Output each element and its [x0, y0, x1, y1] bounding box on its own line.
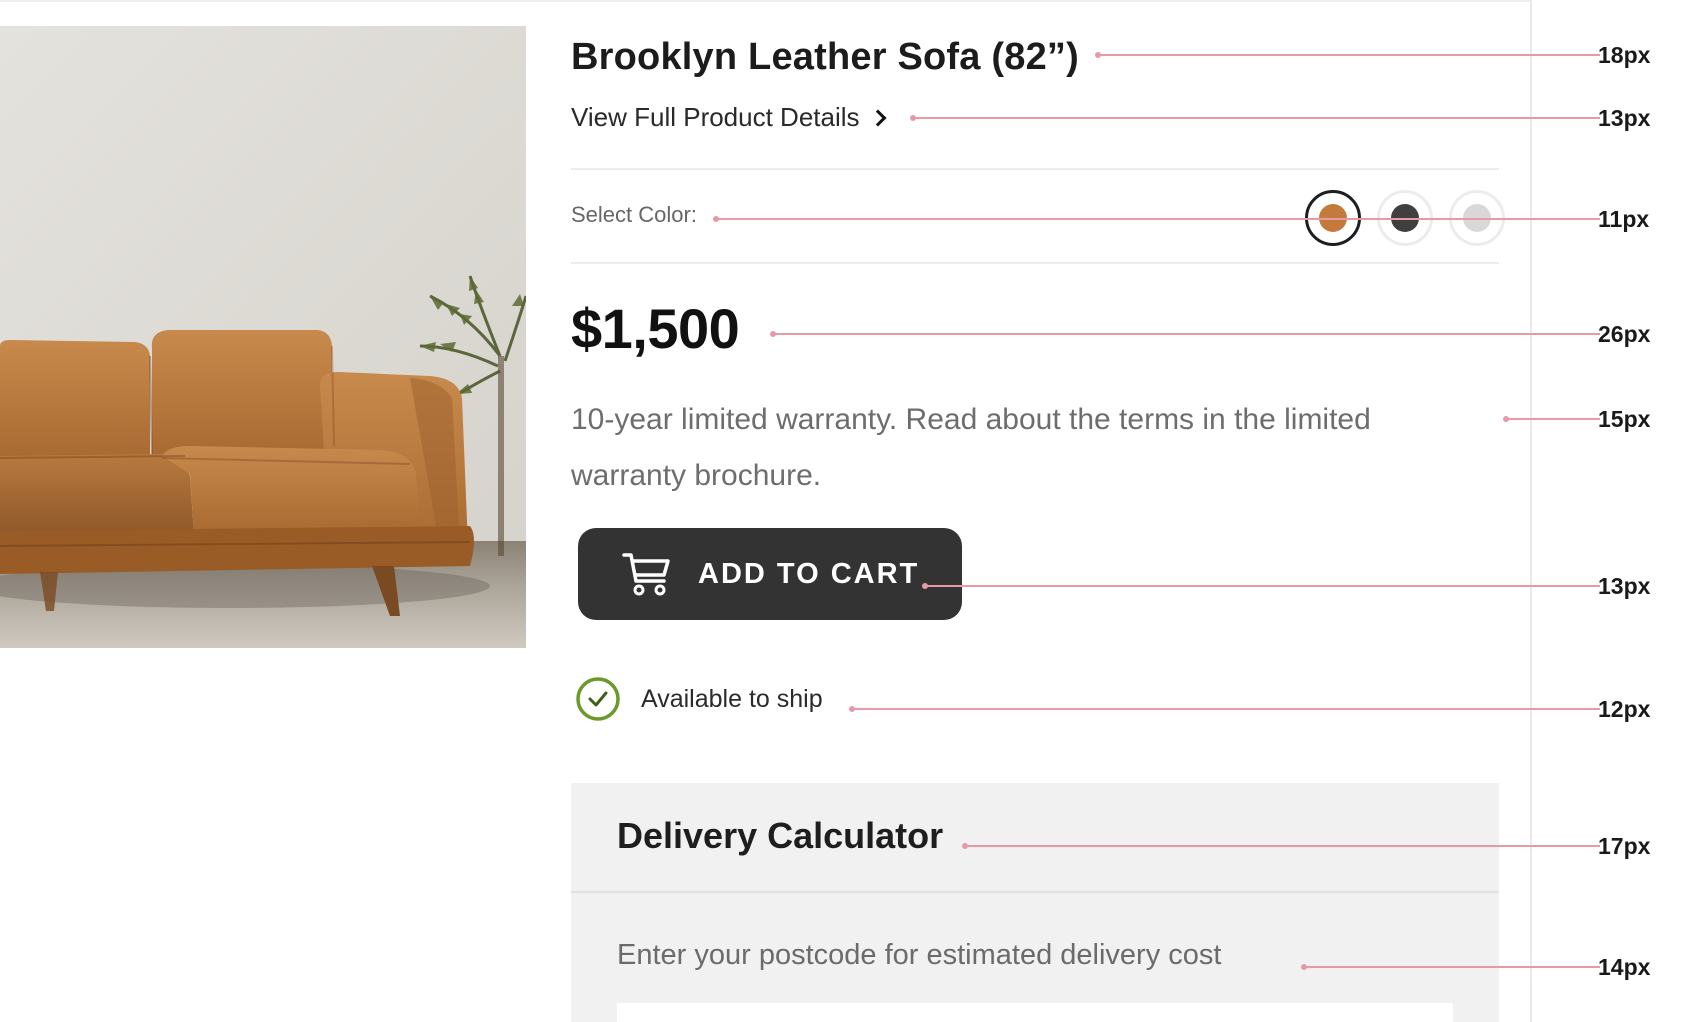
delivery-hint: Enter your postcode for estimated delive…	[617, 939, 1222, 971]
delivery-calculator-header: Delivery Calculator	[571, 783, 1499, 893]
delivery-calculator-title: Delivery Calculator	[617, 815, 944, 856]
select-color-label: Select Color:	[571, 202, 697, 227]
check-circle-icon	[576, 677, 620, 721]
add-to-cart-button[interactable]: ADD TO CART	[578, 528, 962, 620]
annotation-label: 12px	[1598, 696, 1651, 722]
product-info: Brooklyn Leather Sofa (82”) View Full Pr…	[571, 0, 1505, 1022]
annotation-label: 18px	[1598, 42, 1651, 68]
annotation-label: 11px	[1598, 206, 1650, 232]
annotation-line	[1095, 52, 1600, 58]
annotation-label: 13px	[1598, 105, 1651, 131]
annotation-line	[770, 331, 1600, 337]
divider	[571, 262, 1499, 264]
divider	[571, 168, 1499, 170]
product-panel: Brooklyn Leather Sofa (82”) View Full Pr…	[0, 0, 1540, 1022]
annotation-line	[962, 843, 1600, 849]
product-title: Brooklyn Leather Sofa (82”)	[571, 36, 1079, 78]
product-price: $1,500	[571, 297, 740, 360]
availability-status: Available to ship	[575, 676, 823, 722]
annotation-label: 17px	[1598, 833, 1651, 859]
annotation-line	[1503, 416, 1600, 422]
annotation-label: 15px	[1598, 406, 1651, 432]
warranty-text: 10-year limited warranty. Read about the…	[571, 403, 1371, 492]
view-details-link[interactable]: View Full Product Details	[571, 102, 887, 133]
product-image	[0, 26, 526, 648]
annotation-label: 14px	[1598, 954, 1651, 980]
cart-icon	[622, 553, 670, 596]
annotation-line	[922, 583, 1600, 589]
right-border	[1530, 0, 1532, 1022]
annotation-line	[910, 115, 1600, 121]
annotation-label: 13px	[1598, 573, 1651, 599]
add-to-cart-label: ADD TO CART	[698, 557, 920, 590]
annotation-label: 26px	[1598, 321, 1651, 347]
view-details-label: View Full Product Details	[571, 102, 860, 132]
annotation-line	[1301, 964, 1600, 970]
chevron-right-icon	[869, 109, 887, 126]
annotation-line	[713, 216, 1600, 222]
delivery-calculator: Delivery Calculator Enter your postcode …	[571, 783, 1499, 1022]
availability-label: Available to ship	[641, 684, 823, 713]
annotation-line	[849, 706, 1600, 712]
postcode-input[interactable]	[617, 1003, 1453, 1022]
sofa-illustration	[0, 26, 526, 648]
